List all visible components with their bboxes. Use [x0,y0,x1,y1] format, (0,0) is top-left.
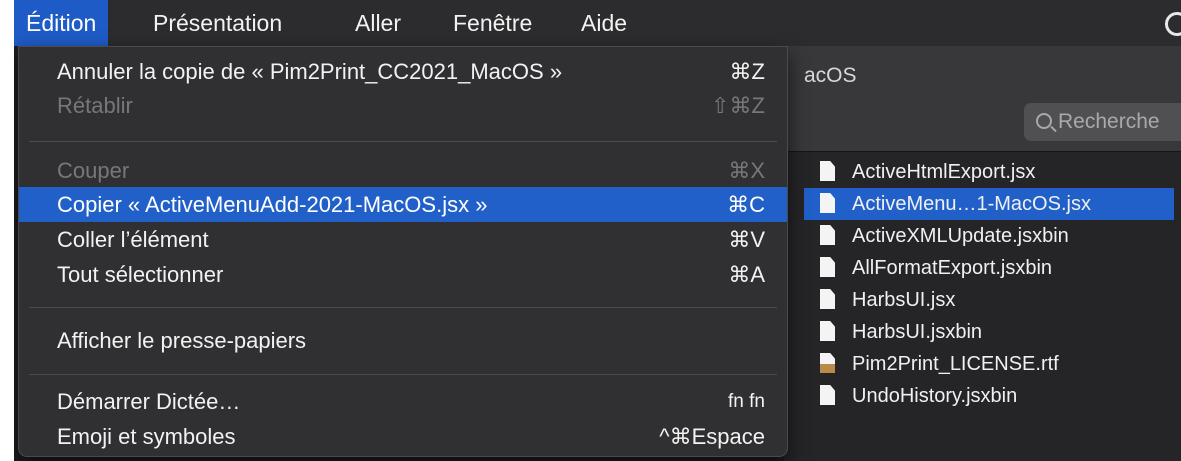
file-list: ActiveHtmlExport.jsx ActiveMenu…1-MacOS.… [804,156,1174,412]
shortcut-label: ⌘Z [729,59,765,84]
menu-item-label: Afficher le presse-papiers [57,328,307,353]
menu-item-redo: Rétablir ⇧⌘Z [19,88,787,123]
shortcut-label: fn fn [728,391,765,412]
menu-presentation[interactable]: Présentation [141,0,294,46]
shortcut-label: ⌘V [728,227,765,252]
menu-item-select-all[interactable]: Tout sélectionner ⌘A [19,257,787,292]
file-item[interactable]: HarbsUI.jsxbin [804,316,1174,348]
menu-edition[interactable]: Édition [14,0,109,46]
file-name: AllFormatExport.jsxbin [852,257,1053,279]
menu-item-label: Coller l’élément [57,227,209,252]
window-title: acOS [804,64,857,87]
file-item[interactable]: Pim2Print_LICENSE.rtf [804,348,1174,380]
menu-item-undo[interactable]: Annuler la copie de « Pim2Print_CC2021_M… [19,54,787,89]
document-icon [820,257,835,277]
menu-item-label: Démarrer Dictée… [57,389,241,414]
menu-item-emoji[interactable]: Emoji et symboles ^⌘Espace [19,419,787,454]
menu-item-label: Copier « ActiveMenuAdd-2021-MacOS.jsx » [57,192,488,217]
menu-separator [29,374,777,375]
menu-item-paste[interactable]: Coller l’élément ⌘V [19,222,787,257]
magnifier-icon [1036,113,1052,129]
file-name: ActiveHtmlExport.jsx [852,161,1036,183]
finder-toolbar: acOS Recherche [784,46,1181,152]
file-name: ActiveMenu…1-MacOS.jsx [852,193,1091,215]
shortcut-label: ⌘C [727,192,765,217]
menu-aller[interactable]: Aller [343,0,413,46]
menu-aide[interactable]: Aide [569,0,639,46]
menu-item-label: Annuler la copie de « Pim2Print_CC2021_M… [57,59,563,84]
menu-item-show-clipboard[interactable]: Afficher le presse-papiers [19,323,787,358]
search-field[interactable]: Recherche [1024,103,1181,141]
file-item[interactable]: ActiveXMLUpdate.jsxbin [804,220,1174,252]
file-name: ActiveXMLUpdate.jsxbin [852,225,1069,247]
menu-item-copy[interactable]: Copier « ActiveMenuAdd-2021-MacOS.jsx » … [19,187,787,222]
menu-separator [29,141,777,142]
edit-menu: Annuler la copie de « Pim2Print_CC2021_M… [18,46,788,457]
file-name: UndoHistory.jsxbin [852,385,1018,407]
document-icon [820,321,835,341]
file-item[interactable]: ActiveHtmlExport.jsx [804,156,1174,188]
menu-separator [29,307,777,308]
file-name: HarbsUI.jsxbin [852,321,983,343]
file-item[interactable]: HarbsUI.jsx [804,284,1174,316]
file-item[interactable]: UndoHistory.jsxbin [804,380,1174,412]
screen: Édition Présentation Aller Fenêtre Aide … [14,0,1181,461]
file-name: Pim2Print_LICENSE.rtf [852,353,1059,375]
file-item[interactable]: AllFormatExport.jsxbin [804,252,1174,284]
finder-window: acOS Recherche ActiveHtmlExport.jsx Acti… [784,46,1181,461]
rtf-document-icon [820,353,835,373]
document-icon [820,193,835,213]
search-placeholder: Recherche [1058,110,1160,133]
shortcut-label: ^⌘Espace [659,424,765,449]
shortcut-label: ⌘A [728,262,765,287]
document-icon [820,385,835,405]
menu-item-label: Tout sélectionner [57,262,224,287]
menu-item-cut: Couper ⌘X [19,153,787,188]
shortcut-label: ⇧⌘Z [711,93,765,118]
menu-fenetre[interactable]: Fenêtre [441,0,544,46]
status-icon[interactable] [1165,12,1181,36]
menu-bar: Édition Présentation Aller Fenêtre Aide [14,0,1181,46]
file-name: HarbsUI.jsx [852,289,956,311]
menu-item-label: Emoji et symboles [57,424,236,449]
menu-item-dictation[interactable]: Démarrer Dictée… fn fn [19,384,787,419]
menu-item-label: Couper [57,158,130,183]
file-item-selected[interactable]: ActiveMenu…1-MacOS.jsx [804,188,1174,220]
document-icon [820,289,835,309]
menu-item-label: Rétablir [57,93,133,118]
document-icon [820,225,835,245]
document-icon [820,161,835,181]
shortcut-label: ⌘X [728,158,765,183]
